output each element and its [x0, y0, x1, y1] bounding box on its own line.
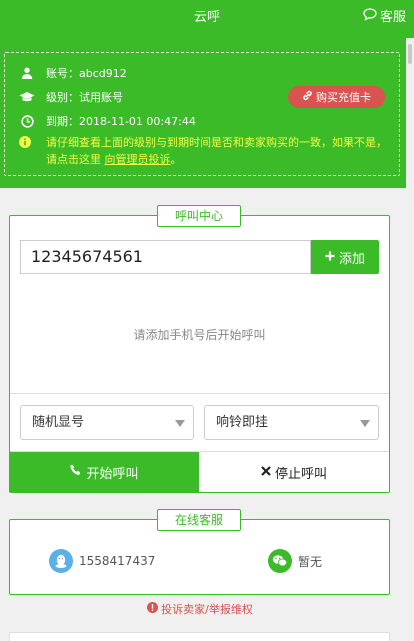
account-info-box: 账号：abcd912 级别：试用账号 到期：2018-11-01 00:47:4… — [4, 52, 400, 176]
caller-id-select-value: 随机显号 — [32, 415, 85, 430]
graduation-cap-icon — [19, 90, 35, 104]
chat-bubble-icon — [363, 0, 377, 36]
link-icon — [302, 90, 313, 104]
buy-recharge-card-label: 购买充值卡 — [316, 91, 371, 104]
page-title: 云呼 — [193, 10, 220, 25]
wechat-icon — [268, 549, 292, 573]
add-number-button[interactable]: 添加 — [311, 240, 379, 274]
warning-text: 请仔细查看上面的级别与到期时间是否和卖家购买的一致，如果不是，请点击这里 — [46, 136, 387, 166]
account-text: 账号：abcd912 — [46, 67, 127, 80]
exclamation-circle-icon — [147, 602, 159, 616]
hangup-mode-select[interactable]: 响铃即挂 — [204, 405, 379, 440]
warning-end: 。 — [170, 153, 182, 166]
expiry-row: 到期：2018-11-01 00:47:44 — [19, 113, 196, 129]
top-bar: 云呼 客服 — [0, 0, 414, 38]
level-text: 级别：试用账号 — [46, 91, 123, 104]
expiry-text: 到期：2018-11-01 00:47:44 — [46, 115, 196, 128]
wechat-contact[interactable]: 暂无 — [268, 549, 322, 573]
online-service-legend: 在线客服 — [157, 509, 241, 531]
account-row: 账号：abcd912 — [19, 65, 127, 81]
complain-admin-link[interactable]: 向管理员投诉 — [105, 153, 171, 166]
qq-icon — [49, 549, 73, 573]
caller-id-select[interactable]: 随机显号 — [20, 405, 194, 440]
warning-paragraph: 请仔细查看上面的级别与到期时间是否和卖家购买的一致，如果不是，请点击这里 向管理… — [46, 134, 395, 168]
wechat-value: 暂无 — [298, 554, 323, 569]
user-icon — [19, 66, 35, 80]
phone-number-input[interactable]: 12345674561 — [20, 240, 311, 274]
close-icon — [261, 465, 271, 480]
divider — [10, 393, 389, 394]
info-circle-icon — [19, 134, 35, 168]
complaint-link[interactable]: 投诉卖家/举报维权 — [0, 601, 400, 617]
phone-icon — [70, 464, 82, 480]
clock-icon — [19, 114, 35, 128]
start-call-label: 开始呼叫 — [86, 466, 139, 482]
qq-contact[interactable]: 1558417437 — [49, 549, 155, 573]
scrollbar[interactable] — [406, 38, 414, 641]
dropdown-caret-icon — [360, 420, 370, 427]
qq-number: 1558417437 — [79, 554, 156, 568]
buy-recharge-card-button[interactable]: 购买充值卡 — [288, 86, 385, 108]
customer-service-label: 客服 — [379, 10, 406, 25]
stop-call-label: 停止呼叫 — [274, 466, 327, 482]
call-center-legend: 呼叫中心 — [157, 205, 241, 227]
level-row: 级别：试用账号 — [19, 89, 123, 105]
online-service-panel: 在线客服 1558417437 暂无 — [9, 509, 390, 595]
verification-warning: 请仔细查看上面的级别与到期时间是否和卖家购买的一致，如果不是，请点击这里 向管理… — [19, 134, 395, 168]
complaint-label: 投诉卖家/举报维权 — [161, 603, 253, 616]
plus-icon — [325, 250, 335, 265]
add-number-label: 添加 — [338, 251, 365, 267]
empty-list-hint: 请添加手机号后开始呼叫 — [133, 328, 266, 342]
start-call-button[interactable]: 开始呼叫 — [10, 452, 199, 492]
dropdown-caret-icon — [175, 420, 185, 427]
call-center-panel: 呼叫中心 12345674561 添加 请添加手机号后开始呼叫 随机显号 响铃即… — [9, 205, 390, 493]
scrollbar-thumb[interactable] — [408, 44, 412, 64]
stop-call-button[interactable]: 停止呼叫 — [199, 452, 389, 492]
hangup-mode-select-value: 响铃即挂 — [216, 415, 269, 430]
account-info-section: 账号：abcd912 级别：试用账号 到期：2018-11-01 00:47:4… — [0, 38, 406, 188]
customer-service-link[interactable]: 客服 — [363, 0, 406, 36]
bottom-panel — [9, 632, 390, 641]
